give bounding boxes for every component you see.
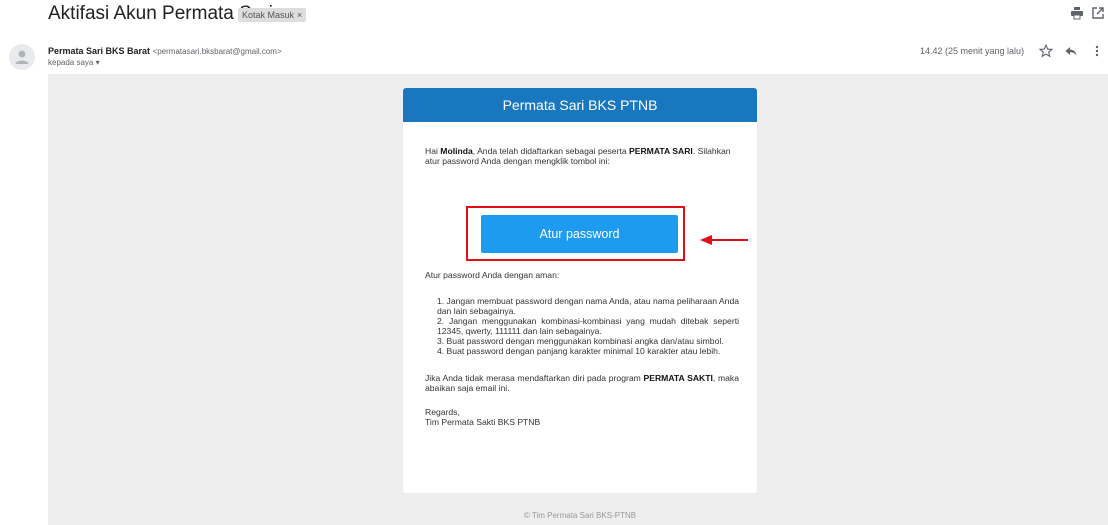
email-card-body: Hai Molinda, Anda telah didaftarkan seba… xyxy=(425,146,748,427)
regards: Regards, Tim Permata Sakti BKS PTNB xyxy=(425,407,739,427)
sender-line: Permata Sari BKS Barat <permatasari.bksb… xyxy=(48,46,282,56)
list-item: 1. Jangan membuat password dengan nama A… xyxy=(437,296,739,316)
intro-greeting: Hai xyxy=(425,146,441,156)
regards-line: Regards, xyxy=(425,407,460,417)
message-time: 14.42 (25 menit yang lalu) xyxy=(920,46,1025,56)
set-password-button[interactable]: Atur password xyxy=(481,215,678,253)
password-tips-list: 1. Jangan membuat password dengan nama A… xyxy=(437,296,739,356)
arrow-left-icon xyxy=(700,235,748,245)
email-card-header: Permata Sari BKS PTNB xyxy=(403,88,757,122)
closing-paragraph: Jika Anda tidak merasa mendaftarkan diri… xyxy=(425,373,739,393)
list-item: 3. Buat password dengan menggunakan komb… xyxy=(437,336,724,346)
recipient-details-toggle[interactable]: kepada saya ▾ xyxy=(48,58,100,67)
inbox-label-chip[interactable]: Kotak Masuk × xyxy=(238,8,307,22)
subject-row: Aktifasi Akun Permata Sari Kotak Masuk × xyxy=(0,0,1108,28)
closing-program-name: PERMATA SAKTI xyxy=(643,373,713,383)
star-icon[interactable] xyxy=(1039,44,1053,58)
program-name: PERMATA SARI xyxy=(629,146,693,156)
email-footer: © Tim Permata Sari BKS-PTNB xyxy=(523,511,637,520)
signature-line: Tim Permata Sakti BKS PTNB xyxy=(425,417,541,427)
more-vert-icon[interactable] xyxy=(1090,44,1104,58)
sender-name[interactable]: Permata Sari BKS Barat xyxy=(48,46,150,56)
list-item: 2. Jangan menggunakan kombinasi-kombinas… xyxy=(437,316,739,336)
recipient-name: Molinda xyxy=(440,146,473,156)
closing-text: Jika Anda tidak merasa mendaftarkan diri… xyxy=(425,373,644,383)
tips-title: Atur password Anda dengan aman: xyxy=(425,270,560,280)
sender-email: <permatasari.bksbarat@gmail.com> xyxy=(152,47,282,56)
sender-avatar[interactable] xyxy=(9,44,35,70)
intro-text: , Anda telah didaftarkan sebagai peserta xyxy=(472,146,629,156)
reply-icon[interactable] xyxy=(1064,44,1078,58)
open-new-window-icon[interactable] xyxy=(1091,6,1105,20)
person-icon xyxy=(15,50,29,64)
intro-paragraph: Hai Molinda, Anda telah didaftarkan seba… xyxy=(425,146,739,166)
print-icon[interactable] xyxy=(1070,6,1084,20)
list-item: 4. Buat password dengan panjang karakter… xyxy=(437,346,721,356)
label-remove-icon[interactable]: × xyxy=(297,10,302,20)
button-zone: Atur password xyxy=(425,166,748,270)
label-chip-text: Kotak Masuk xyxy=(242,10,295,20)
